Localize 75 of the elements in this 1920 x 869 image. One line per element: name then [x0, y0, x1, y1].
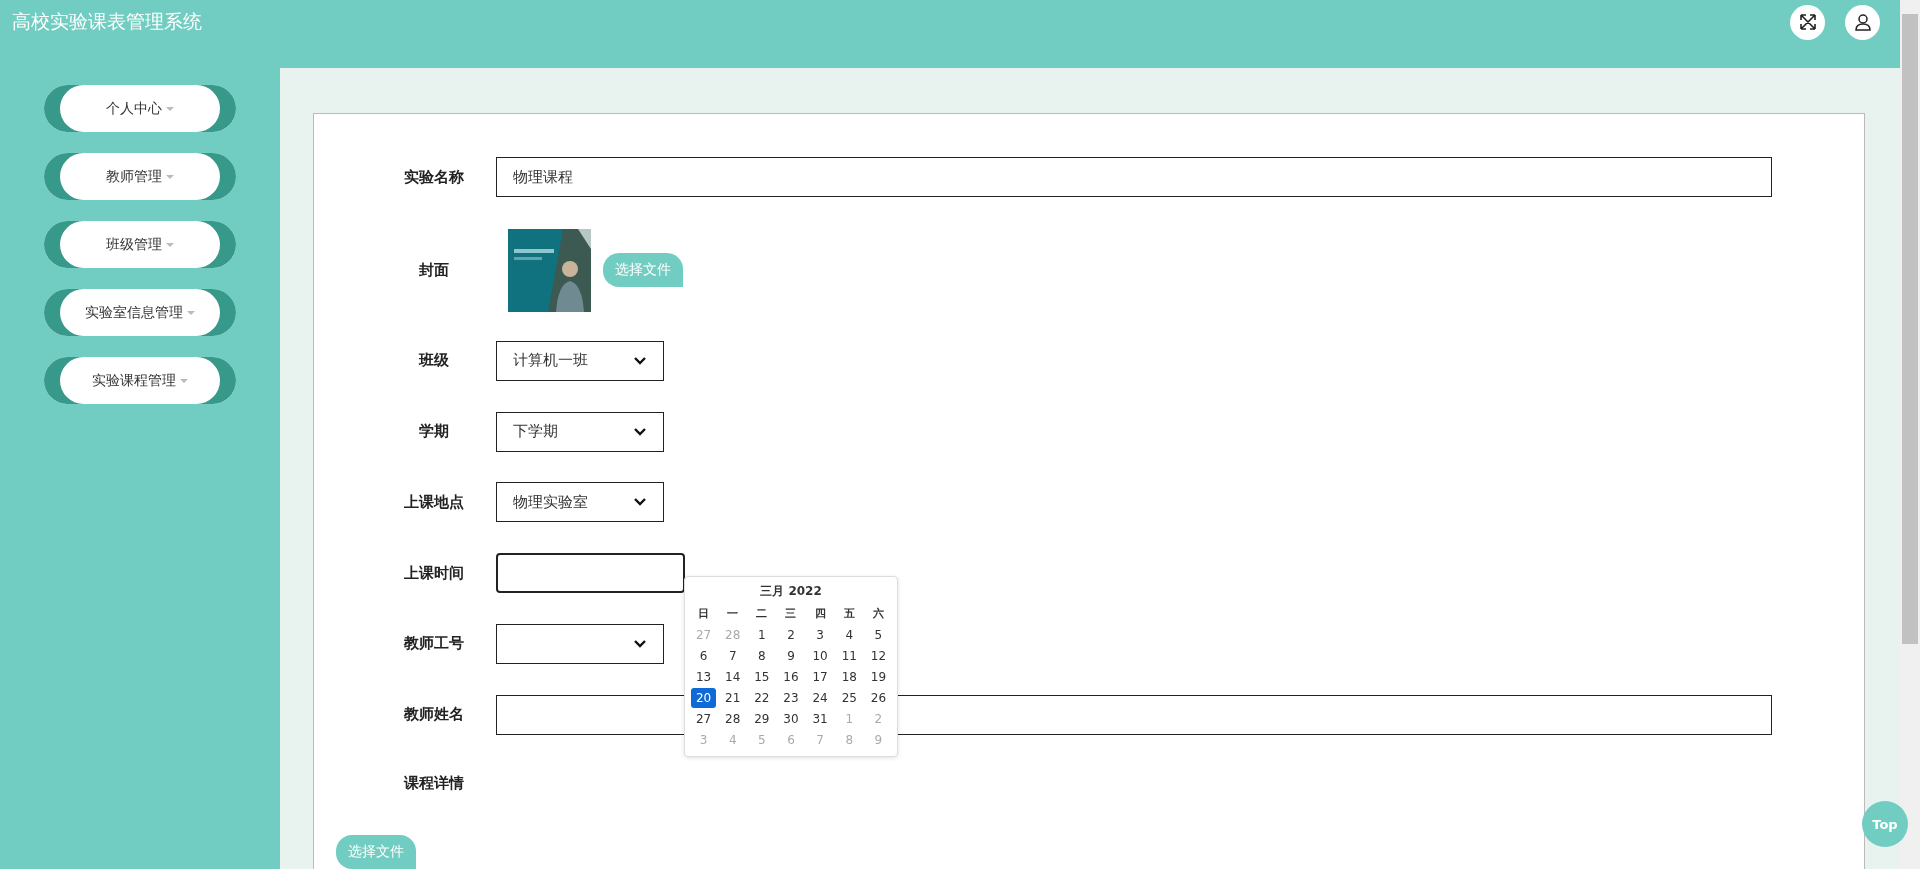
- expand-icon: [1798, 13, 1817, 31]
- calendar-day[interactable]: 20: [691, 687, 717, 708]
- calendar-day[interactable]: 14: [720, 666, 746, 687]
- scrollbar[interactable]: [1900, 0, 1920, 869]
- field-label: 课程详情: [402, 774, 465, 794]
- calendar-day[interactable]: 5: [865, 624, 891, 645]
- field-label: 学期: [418, 422, 450, 442]
- calendar-day[interactable]: 1: [749, 624, 775, 645]
- calendar-day[interactable]: 6: [691, 645, 717, 666]
- app-title: 高校实验课表管理系统: [12, 9, 203, 34]
- field-label: 实验名称: [403, 167, 465, 187]
- calendar-day[interactable]: 31: [807, 708, 833, 729]
- calendar-day[interactable]: 18: [836, 666, 862, 687]
- calendar-day[interactable]: 22: [749, 687, 775, 708]
- calendar-day[interactable]: 24: [807, 687, 833, 708]
- select-field[interactable]: 计算机一班: [496, 340, 664, 381]
- user-icon: [1853, 13, 1872, 31]
- calendar-day[interactable]: 23: [778, 687, 804, 708]
- select-field[interactable]: [496, 623, 664, 664]
- menu-item[interactable]: 班级管理: [44, 221, 236, 268]
- chevron-icon: [633, 497, 647, 508]
- calendar-day[interactable]: 27: [691, 708, 717, 729]
- calendar-day[interactable]: 7: [720, 645, 746, 666]
- text-field[interactable]: 物理课程: [496, 157, 1772, 198]
- field-label: 上课地点: [403, 492, 465, 512]
- field-label: 封面: [418, 261, 450, 280]
- menu-item[interactable]: 教师管理: [44, 153, 236, 200]
- calendar-day[interactable]: 30: [778, 708, 804, 729]
- caret-icon: [187, 310, 195, 315]
- calendar-day[interactable]: 17: [807, 666, 833, 687]
- weekday-label: 三: [784, 605, 798, 622]
- field-label: 教师姓名: [403, 705, 465, 725]
- calendar-day[interactable]: 10: [807, 645, 833, 666]
- menu-item[interactable]: 个人中心: [44, 85, 236, 132]
- calendar-title: 三月 2022: [760, 582, 822, 600]
- field-label: 教师工号: [403, 634, 465, 654]
- weekday-label: 六: [871, 605, 885, 622]
- caret-icon: [166, 106, 174, 111]
- calendar-day[interactable]: 12: [865, 645, 891, 666]
- calendar-day[interactable]: 19: [865, 666, 891, 687]
- text-field[interactable]: [496, 694, 1772, 735]
- calendar-day[interactable]: 11: [836, 645, 862, 666]
- weekday-label: 二: [755, 605, 769, 622]
- weekday-label: 一: [726, 605, 740, 622]
- select-field[interactable]: 物理实验室: [496, 482, 664, 523]
- calendar-day[interactable]: 9: [778, 645, 804, 666]
- calendar-day[interactable]: 28: [720, 708, 746, 729]
- field-label: 上课时间: [403, 563, 465, 583]
- chevron-icon: [633, 638, 647, 649]
- chevron-icon: [633, 355, 647, 366]
- select-field[interactable]: 下学期: [496, 411, 664, 452]
- caret-icon: [180, 378, 188, 383]
- weekday-label: 日: [697, 605, 711, 622]
- date-field[interactable]: [496, 553, 685, 594]
- caret-icon: [166, 174, 174, 179]
- calendar-day[interactable]: 2: [778, 624, 804, 645]
- calendar-day[interactable]: 25: [836, 687, 862, 708]
- menu-item[interactable]: 实验室信息管理: [44, 289, 236, 336]
- calendar-day[interactable]: 13: [691, 666, 717, 687]
- weekday-label: 四: [813, 605, 827, 622]
- calendar-day[interactable]: 15: [749, 666, 775, 687]
- calendar-day[interactable]: 16: [778, 666, 804, 687]
- calendar-day[interactable]: 21: [720, 687, 746, 708]
- chevron-icon: [633, 426, 647, 437]
- weekday-label: 五: [842, 605, 856, 622]
- calendar-day[interactable]: 4: [836, 624, 862, 645]
- caret-icon: [166, 242, 174, 247]
- menu-item[interactable]: 实验课程管理: [44, 357, 236, 404]
- calendar-day[interactable]: 8: [749, 645, 775, 666]
- calendar-day[interactable]: 26: [865, 687, 891, 708]
- calendar-day[interactable]: 3: [807, 624, 833, 645]
- calendar-day[interactable]: 29: [749, 708, 775, 729]
- user-button[interactable]: [1845, 4, 1880, 40]
- fullscreen-button[interactable]: [1790, 4, 1825, 40]
- field-label: 班级: [417, 351, 450, 371]
